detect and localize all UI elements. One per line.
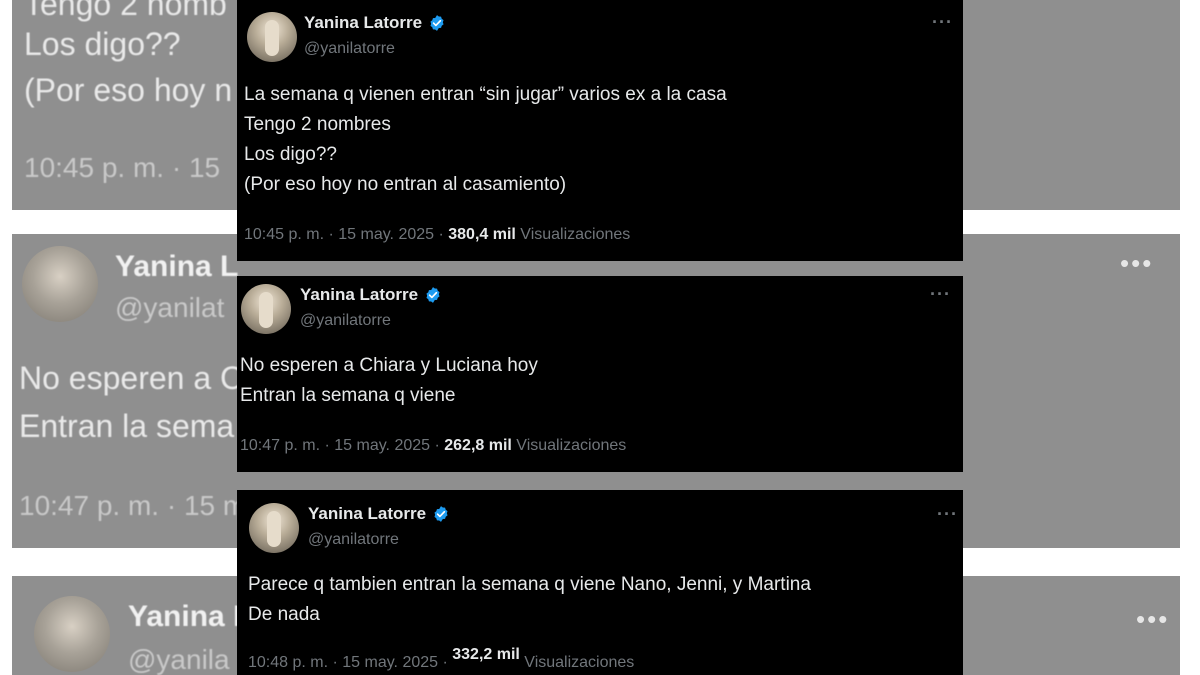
bg-line: Los digo?? [24, 26, 181, 62]
tweet-card-2[interactable]: Yanina Latorre @yanilatorre ··· No esper… [237, 276, 963, 472]
bg-name: Yanina L [128, 600, 252, 633]
author-handle[interactable]: @yanilatorre [304, 40, 395, 58]
verified-badge-icon [434, 506, 448, 522]
author-handle[interactable]: @yanilatorre [300, 312, 391, 330]
bg-line: Entran la sema [19, 408, 235, 444]
tweet-text: Parece q tambien entran la semana q vien… [248, 574, 811, 625]
bg-handle: @yanila [128, 644, 230, 675]
views-count: 262,8 mil [444, 437, 512, 454]
more-options-icon[interactable]: ··· [937, 504, 958, 525]
more-options-icon[interactable]: ··· [932, 12, 953, 33]
author-row: Yanina Latorre [308, 504, 450, 524]
bg-line: Tengo 2 nomb [24, 0, 227, 22]
tweet-meta: 10:45 p. m. · 15 may. 2025 · 380,4 mil V… [244, 226, 630, 244]
verified-badge-icon [426, 287, 440, 303]
bg-name: Yanina L [115, 250, 239, 283]
tweet-time[interactable]: 10:47 p. m. · 15 may. 2025 · [240, 437, 444, 454]
author-name[interactable]: Yanina Latorre [300, 285, 418, 305]
views-label: Visualizaciones [519, 654, 635, 671]
tweet-text: La semana q vienen entran “sin jugar” va… [244, 84, 727, 195]
bg-avatar [34, 596, 110, 672]
avatar[interactable] [241, 284, 291, 334]
verified-badge-icon [430, 15, 444, 31]
avatar[interactable] [247, 12, 297, 62]
author-row: Yanina Latorre [304, 13, 446, 33]
bg-meta: 10:45 p. m. · 15 [24, 152, 221, 183]
tweet-time[interactable]: 10:48 p. m. · 15 may. 2025 · [248, 654, 452, 671]
views-label: Visualizaciones [515, 226, 631, 243]
bg-avatar [22, 246, 98, 322]
author-row: Yanina Latorre [300, 285, 442, 305]
bg-more-icon: ••• [1136, 604, 1170, 634]
author-name[interactable]: Yanina Latorre [308, 504, 426, 524]
avatar[interactable] [249, 503, 299, 553]
tweet-card-1[interactable]: Yanina Latorre @yanilatorre ··· La seman… [237, 0, 963, 261]
author-handle[interactable]: @yanilatorre [308, 531, 399, 549]
bg-more-icon: ••• [1120, 248, 1154, 278]
bg-line: No esperen a C [19, 360, 244, 396]
tweet-time[interactable]: 10:45 p. m. · 15 may. 2025 · [244, 226, 448, 243]
tweet-text: No esperen a Chiara y Luciana hoy Entran… [240, 355, 538, 406]
views-count: 380,4 mil [448, 226, 516, 243]
bg-meta: 10:47 p. m. · 15 m [19, 490, 247, 521]
views-label: Visualizaciones [511, 437, 627, 454]
bg-handle: @yanilat [115, 292, 225, 323]
more-options-icon[interactable]: ··· [930, 284, 951, 305]
author-name[interactable]: Yanina Latorre [304, 13, 422, 33]
tweet-meta: 10:47 p. m. · 15 may. 2025 · 262,8 mil V… [240, 437, 626, 455]
tweet-meta: 10:48 p. m. · 15 may. 2025 · 332,2 mil V… [248, 646, 635, 672]
views-count: 332,2 mil [452, 646, 520, 663]
bg-line: (Por eso hoy n [24, 72, 233, 108]
tweet-card-3[interactable]: Yanina Latorre @yanilatorre ··· Parece q… [237, 490, 963, 675]
